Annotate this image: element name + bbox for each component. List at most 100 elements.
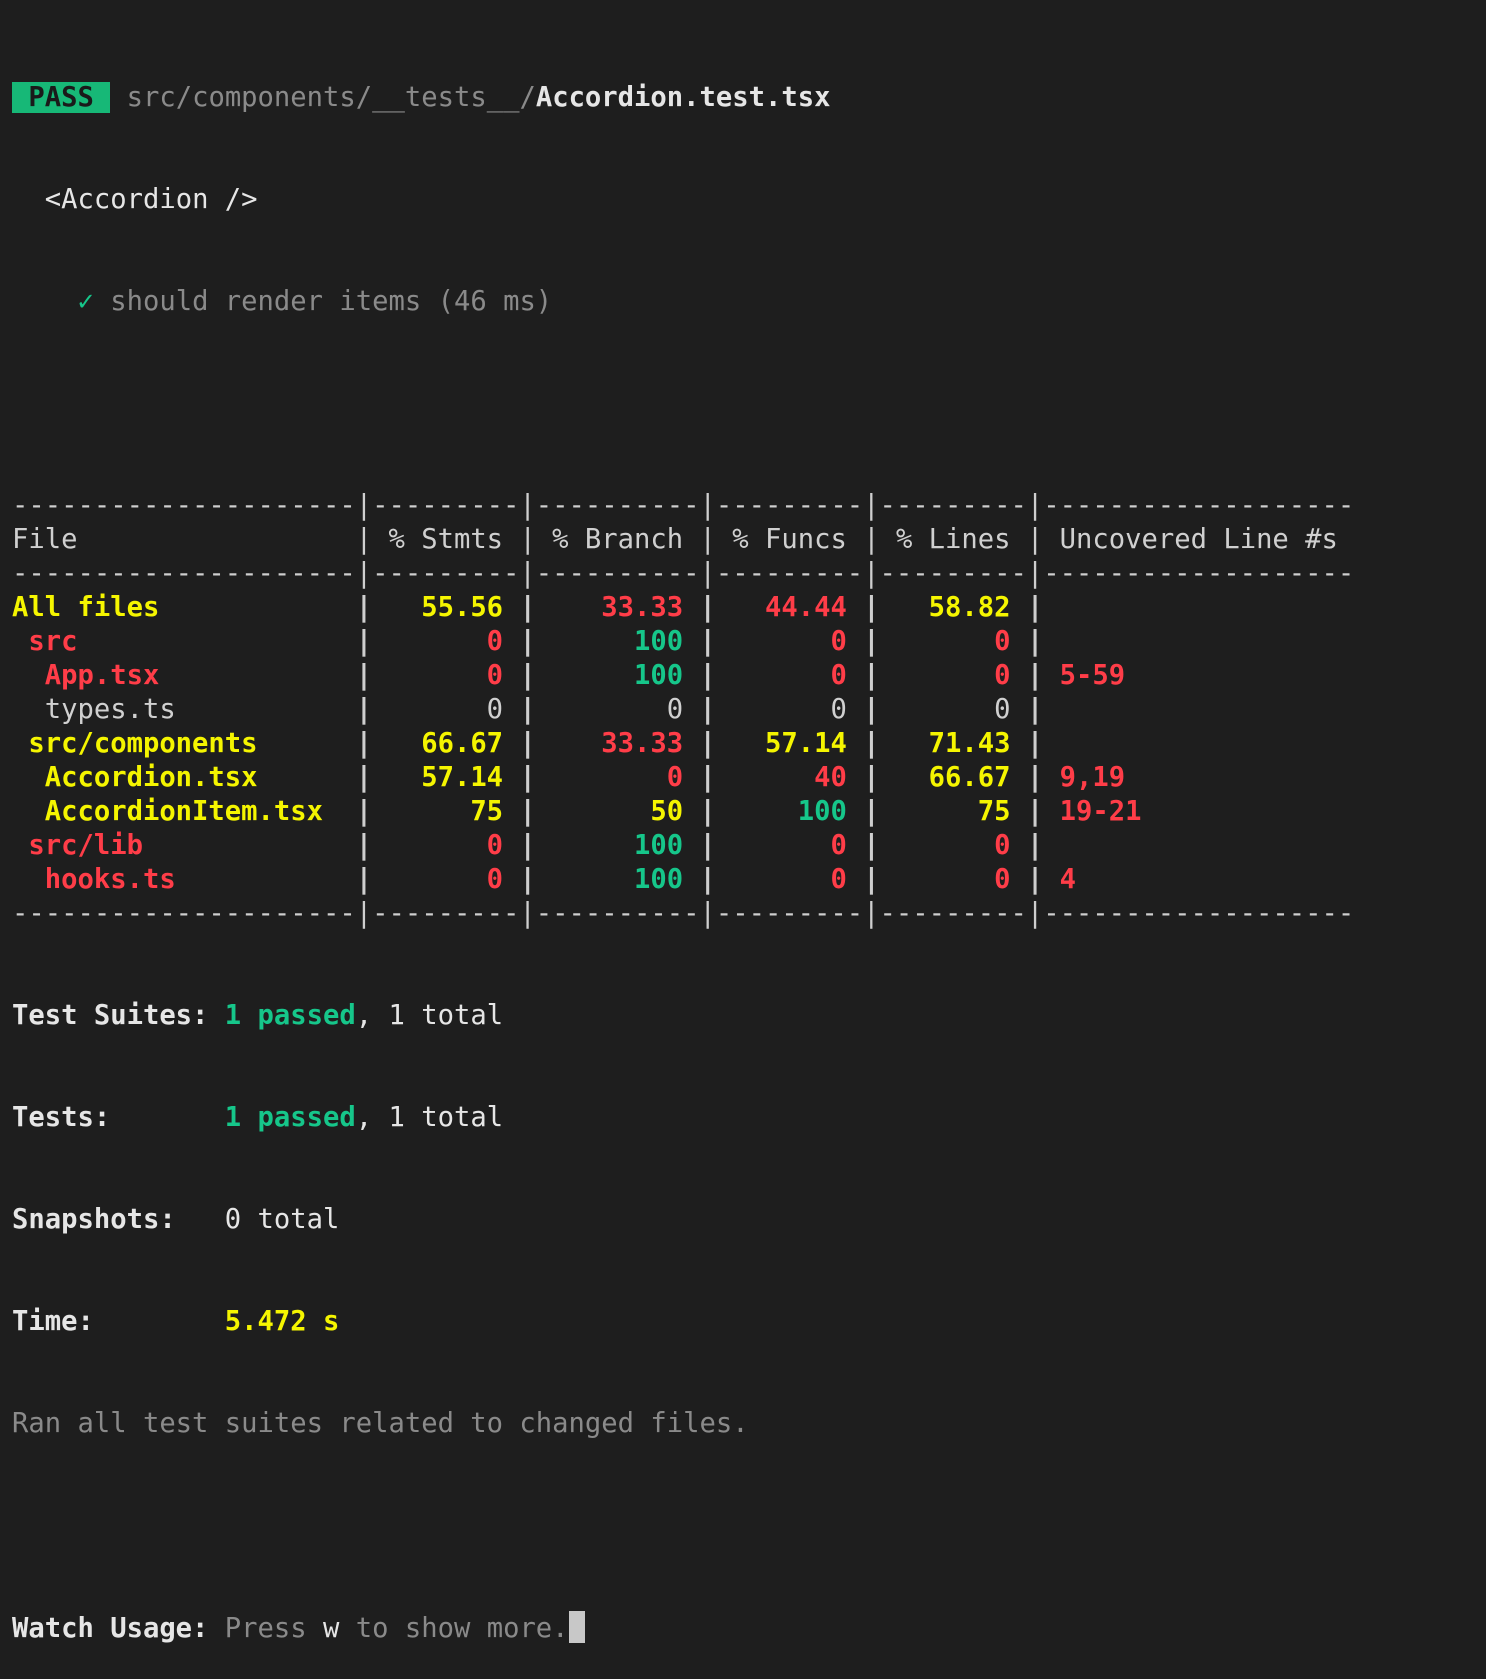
lines-value: 66.67 (879, 762, 1027, 793)
header-branch: % Branch (535, 524, 700, 555)
stmts-value: 0 (372, 660, 520, 691)
funcs-value: 44.44 (715, 592, 864, 623)
branch-value: 100 (535, 660, 700, 691)
summary-tests: Tests: 1 passed, 1 total (12, 1101, 1354, 1135)
column-separator: | (519, 728, 536, 759)
text-cursor[interactable] (568, 1611, 585, 1643)
terminal[interactable]: PASS src/components/__tests__/ Accordion.… (12, 13, 1354, 1679)
header-lines: % Lines (879, 524, 1027, 555)
column-separator: | (1026, 830, 1044, 861)
column-separator: | (355, 524, 373, 555)
column-separator: | (863, 830, 880, 861)
funcs-value: 57.14 (715, 728, 864, 759)
table-row: types.ts | 0 | 0 | 0 | 0 | (12, 693, 1354, 727)
tests-total: , 1 total (355, 1102, 504, 1133)
summary-suites: Test Suites: 1 passed, 1 total (12, 999, 1354, 1033)
snapshots-label: Snapshots: (12, 1204, 176, 1235)
lines-value: 75 (879, 796, 1027, 827)
column-separator: | (863, 796, 880, 827)
file-name: hooks.ts (12, 864, 356, 895)
column-separator: | (863, 592, 880, 623)
column-separator: | (1026, 660, 1044, 691)
header-uncovered: Uncovered Line #s (1043, 524, 1355, 555)
column-separator: | (519, 830, 536, 861)
lines-value: 0 (879, 864, 1027, 895)
file-name: src/components (12, 728, 356, 759)
column-separator: | (1026, 626, 1044, 657)
column-separator: | (1026, 728, 1044, 759)
file-name: App.tsx (12, 660, 356, 691)
summary-time: Time: 5.472 s (12, 1305, 1354, 1339)
file-name: src/lib (12, 830, 356, 861)
pass-badge: PASS (12, 82, 111, 113)
uncovered-lines: 19-21 (1043, 796, 1142, 827)
funcs-value: 0 (715, 694, 864, 725)
branch-value: 100 (535, 830, 700, 861)
funcs-value: 0 (715, 864, 864, 895)
column-separator: | (1026, 796, 1044, 827)
stmts-value: 66.67 (372, 728, 520, 759)
lines-value: 0 (879, 830, 1027, 861)
branch-value: 100 (535, 626, 700, 657)
stmts-value: 75 (372, 796, 520, 827)
pass-badge-text: PASS (28, 82, 94, 113)
branch-value: 33.33 (535, 728, 700, 759)
column-separator: | (355, 864, 373, 895)
tests-label: Tests: (12, 1102, 111, 1133)
column-separator: | (519, 592, 536, 623)
stmts-value: 55.56 (372, 592, 520, 623)
table-row: Accordion.tsx | 57.14 | 0 | 40 | 66.67 |… (12, 761, 1354, 795)
column-separator: | (699, 796, 716, 827)
uncovered-lines (1043, 592, 1059, 623)
funcs-value: 0 (715, 626, 864, 657)
describe-block: <Accordion /> (44, 184, 258, 215)
branch-value: 0 (535, 694, 700, 725)
snapshots-value: 0 total (224, 1204, 340, 1235)
column-separator: | (699, 830, 716, 861)
column-separator: | (519, 524, 536, 555)
column-separator: | (863, 626, 880, 657)
file-name: src (12, 626, 356, 657)
test-file-line: PASS src/components/__tests__/Accordion.… (12, 81, 1354, 115)
uncovered-lines (1043, 728, 1059, 759)
column-separator: | (1026, 762, 1044, 793)
column-separator: | (355, 592, 373, 623)
coverage-table: ---------------------|---------|--------… (12, 489, 1354, 931)
column-separator: | (355, 626, 373, 657)
uncovered-lines (1043, 626, 1059, 657)
lines-value: 0 (879, 660, 1027, 691)
describe-line: <Accordion /> (12, 183, 1354, 217)
column-separator: | (863, 694, 880, 725)
check-icon: ✓ (77, 286, 94, 317)
lines-value: 58.82 (879, 592, 1027, 623)
table-divider: ---------------------|---------|--------… (12, 558, 1355, 589)
column-separator: | (699, 626, 716, 657)
lines-value: 0 (879, 626, 1027, 657)
table-divider: ---------------------|---------|--------… (12, 898, 1355, 929)
column-separator: | (863, 864, 880, 895)
branch-value: 50 (535, 796, 700, 827)
stmts-value: 0 (372, 830, 520, 861)
column-separator: | (355, 830, 373, 861)
column-separator: | (699, 728, 716, 759)
column-separator: | (355, 796, 373, 827)
branch-value: 100 (535, 864, 700, 895)
watch-label: Watch Usage: (12, 1613, 209, 1644)
column-separator: | (355, 660, 373, 691)
stmts-value: 0 (372, 864, 520, 895)
test-path-dir: src/components/__tests__/ (126, 82, 536, 113)
tests-passed: 1 passed (224, 1102, 356, 1133)
test-case-line: ✓ should render items (46 ms) (12, 285, 1354, 319)
table-row: src/components | 66.67 | 33.33 | 57.14 |… (12, 727, 1354, 761)
summary-snapshots: Snapshots: 0 total (12, 1203, 1354, 1237)
uncovered-lines: 5-59 (1043, 660, 1126, 691)
column-separator: | (699, 660, 716, 691)
funcs-value: 100 (715, 796, 864, 827)
ran-message: Ran all test suites related to changed f… (12, 1408, 749, 1439)
file-name: All files (12, 592, 356, 623)
column-separator: | (699, 592, 716, 623)
table-row: AccordionItem.tsx | 75 | 50 | 100 | 75 |… (12, 795, 1354, 829)
column-separator: | (863, 524, 880, 555)
funcs-value: 0 (715, 660, 864, 691)
